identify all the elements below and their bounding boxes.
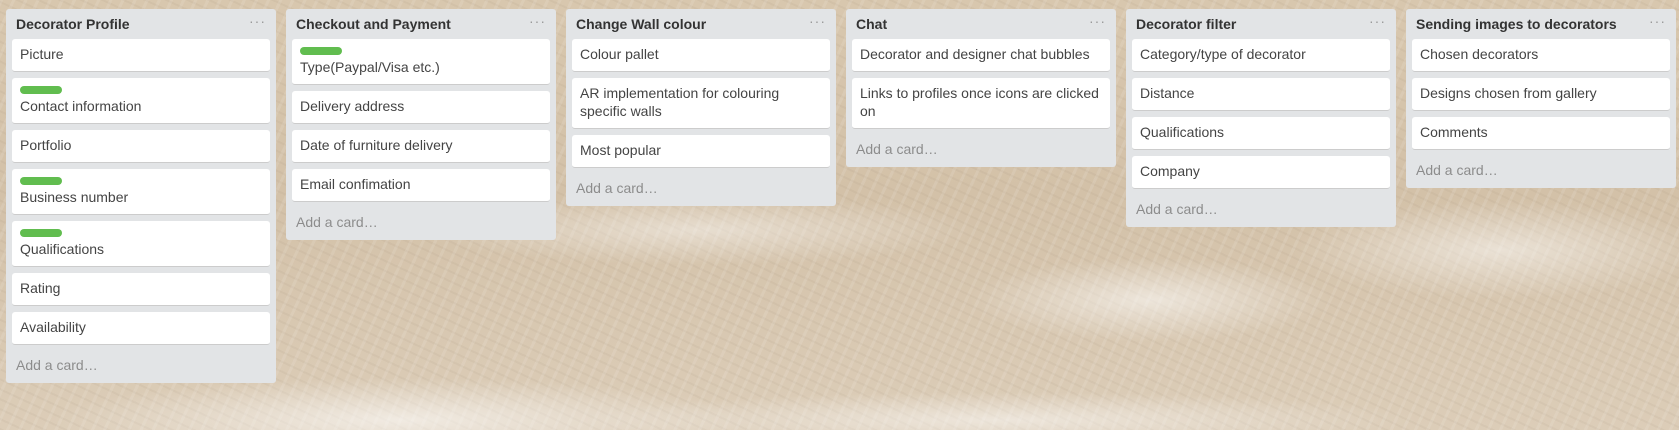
card[interactable]: Designs chosen from gallery bbox=[1412, 78, 1670, 111]
list: Decorator filter ··· Category/type of deco… bbox=[1126, 9, 1396, 227]
list: Decorator Profile ··· Picture Contact infor… bbox=[6, 9, 276, 383]
card[interactable]: Rating bbox=[12, 273, 270, 306]
card-title: Availability bbox=[20, 319, 86, 335]
card[interactable]: Most popular bbox=[572, 135, 830, 168]
card-title: Business number bbox=[20, 189, 129, 205]
card[interactable]: Email confimation bbox=[292, 169, 550, 202]
add-card-link[interactable]: Add a card… bbox=[292, 208, 550, 234]
add-card-link[interactable]: Add a card… bbox=[852, 135, 1110, 161]
card-title: Distance bbox=[1140, 85, 1195, 101]
card-title: Decorator and designer chat bubbles bbox=[860, 46, 1090, 62]
board: Decorator Profile ··· Picture Contact infor… bbox=[6, 9, 1676, 383]
card-title: AR implementation for colouring specific… bbox=[580, 85, 780, 119]
list-menu-icon[interactable]: ··· bbox=[249, 14, 266, 34]
card[interactable]: Contact information bbox=[12, 78, 270, 124]
card[interactable]: Colour pallet bbox=[572, 39, 830, 72]
card-title: Links to profiles once icons are clicked… bbox=[860, 85, 1099, 119]
add-card-link[interactable]: Add a card… bbox=[1132, 195, 1390, 221]
card-title: Qualifications bbox=[20, 241, 105, 257]
card-title: Chosen decorators bbox=[1420, 46, 1539, 62]
green-label bbox=[20, 177, 62, 185]
list: Change Wall colour ··· Colour pallet AR imp… bbox=[566, 9, 836, 206]
list: Checkout and Payment ··· Type(Paypal/Visa … bbox=[286, 9, 556, 240]
card-title: Rating bbox=[20, 280, 61, 296]
list-title[interactable]: Sending images to decorators bbox=[1416, 16, 1617, 32]
green-label bbox=[20, 229, 62, 237]
card-title: Comments bbox=[1420, 124, 1488, 140]
card-title: Delivery address bbox=[300, 98, 405, 114]
list-header: Decorator Profile ··· bbox=[12, 9, 270, 39]
list-menu-icon[interactable]: ··· bbox=[1089, 14, 1106, 34]
card[interactable]: Links to profiles once icons are clicked… bbox=[852, 78, 1110, 129]
green-label bbox=[300, 47, 342, 55]
list: Sending images to decorators ··· Chosen de… bbox=[1406, 9, 1676, 188]
card-title: Company bbox=[1140, 163, 1200, 179]
list-title[interactable]: Decorator Profile bbox=[16, 16, 130, 32]
list-title[interactable]: Change Wall colour bbox=[576, 16, 706, 32]
list-title[interactable]: Chat bbox=[856, 16, 887, 32]
list-header: Change Wall colour ··· bbox=[572, 9, 830, 39]
list-header: Checkout and Payment ··· bbox=[292, 9, 550, 39]
add-card-link[interactable]: Add a card… bbox=[1412, 156, 1670, 182]
green-label bbox=[20, 86, 62, 94]
list: Chat ··· Decorator and designer chat bubbl… bbox=[846, 9, 1116, 167]
card[interactable]: Qualifications bbox=[1132, 117, 1390, 150]
list-header: Chat ··· bbox=[852, 9, 1110, 39]
card-title: Type(Paypal/Visa etc.) bbox=[300, 59, 440, 75]
card[interactable]: AR implementation for colouring specific… bbox=[572, 78, 830, 129]
card[interactable]: Decorator and designer chat bubbles bbox=[852, 39, 1110, 72]
card[interactable]: Category/type of decorator bbox=[1132, 39, 1390, 72]
card[interactable]: Company bbox=[1132, 156, 1390, 189]
card[interactable]: Portfolio bbox=[12, 130, 270, 163]
card-title: Designs chosen from gallery bbox=[1420, 85, 1597, 101]
card-title: Category/type of decorator bbox=[1140, 46, 1306, 62]
card-title: Picture bbox=[20, 46, 64, 62]
list-menu-icon[interactable]: ··· bbox=[809, 14, 826, 34]
list-menu-icon[interactable]: ··· bbox=[529, 14, 546, 34]
card-title: Qualifications bbox=[1140, 124, 1225, 140]
list-menu-icon[interactable]: ··· bbox=[1649, 14, 1666, 34]
card-title: Email confimation bbox=[300, 176, 411, 192]
card[interactable]: Distance bbox=[1132, 78, 1390, 111]
card[interactable]: Availability bbox=[12, 312, 270, 345]
list-header: Decorator filter ··· bbox=[1132, 9, 1390, 39]
card-title: Contact information bbox=[20, 98, 142, 114]
card[interactable]: Comments bbox=[1412, 117, 1670, 150]
card-title: Colour pallet bbox=[580, 46, 659, 62]
card[interactable]: Date of furniture delivery bbox=[292, 130, 550, 163]
card[interactable]: Picture bbox=[12, 39, 270, 72]
add-card-link[interactable]: Add a card… bbox=[12, 351, 270, 377]
list-title[interactable]: Decorator filter bbox=[1136, 16, 1236, 32]
card-title: Most popular bbox=[580, 142, 661, 158]
add-card-link[interactable]: Add a card… bbox=[572, 174, 830, 200]
list-header: Sending images to decorators ··· bbox=[1412, 9, 1670, 39]
card[interactable]: Qualifications bbox=[12, 221, 270, 267]
list-menu-icon[interactable]: ··· bbox=[1369, 14, 1386, 34]
card[interactable]: Chosen decorators bbox=[1412, 39, 1670, 72]
card[interactable]: Delivery address bbox=[292, 91, 550, 124]
card[interactable]: Type(Paypal/Visa etc.) bbox=[292, 39, 550, 85]
card[interactable]: Business number bbox=[12, 169, 270, 215]
card-title: Date of furniture delivery bbox=[300, 137, 453, 153]
list-title[interactable]: Checkout and Payment bbox=[296, 16, 451, 32]
card-title: Portfolio bbox=[20, 137, 72, 153]
